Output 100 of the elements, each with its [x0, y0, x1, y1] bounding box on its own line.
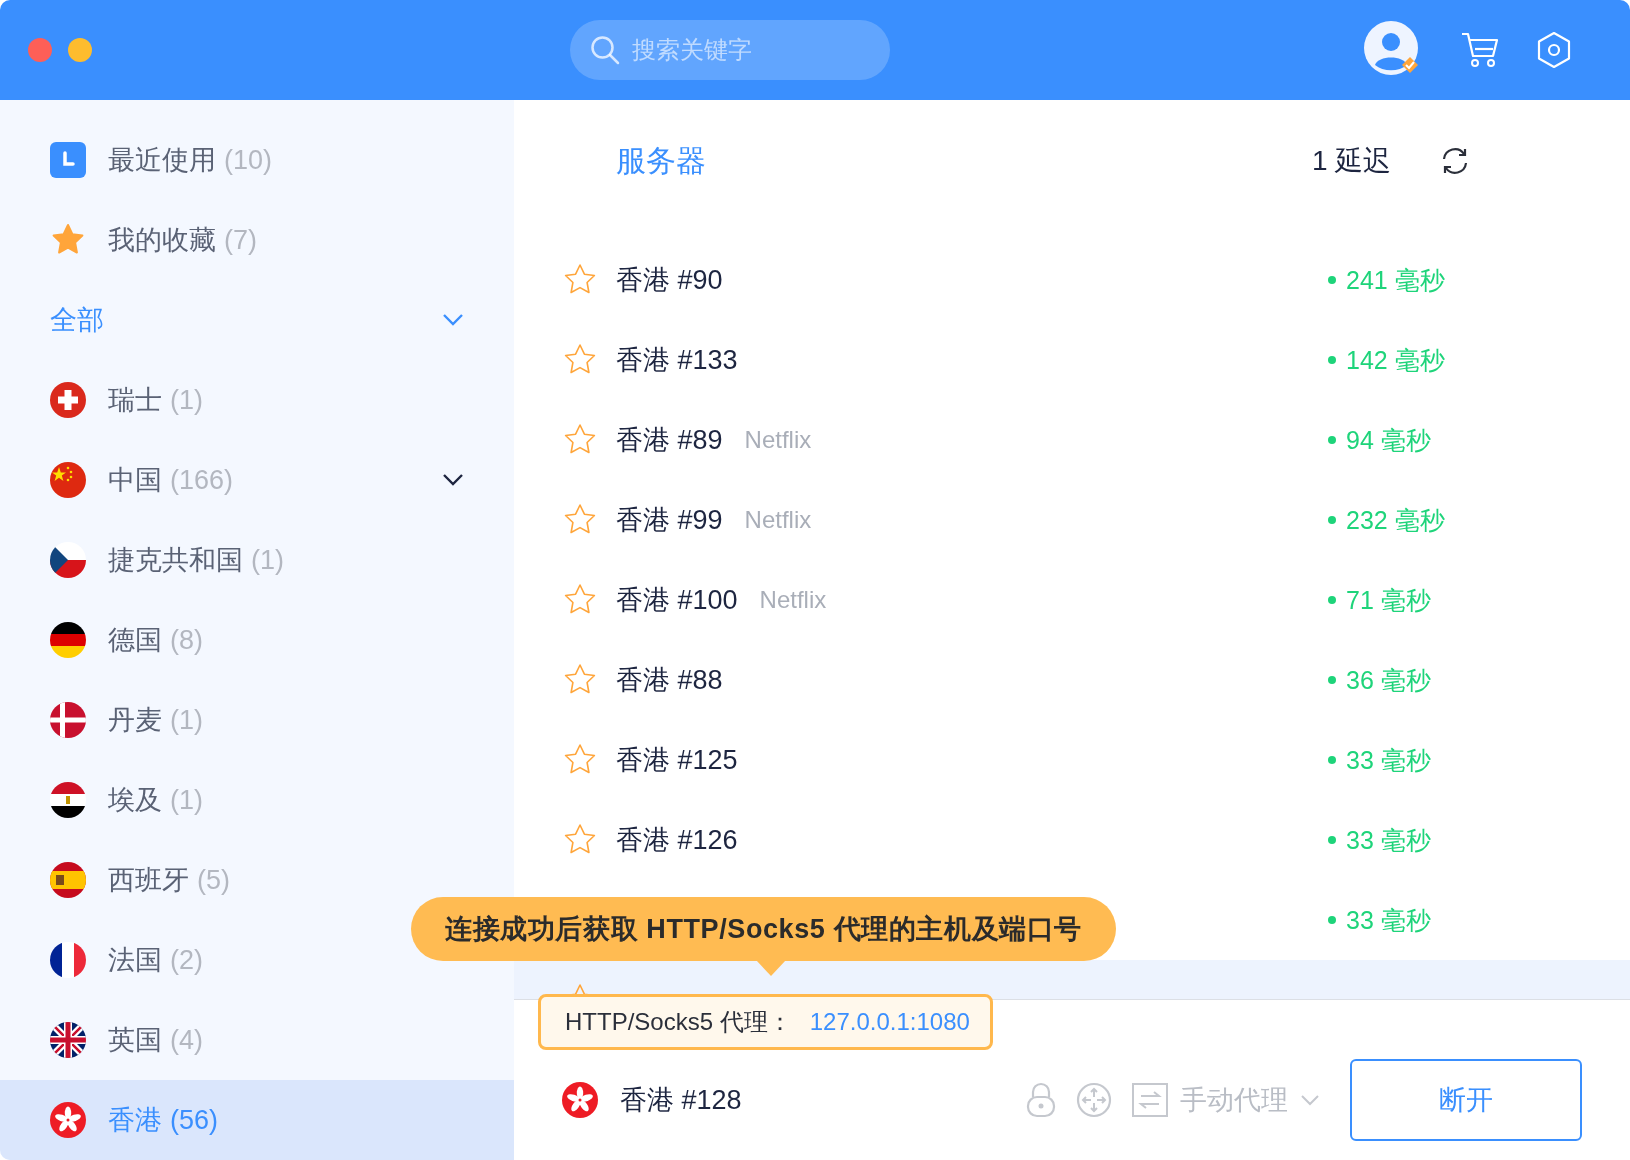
sidebar-label: 丹麦	[108, 704, 162, 737]
status-dot	[1328, 836, 1336, 844]
server-row[interactable]: 香港 #88 36 毫秒	[514, 640, 1630, 720]
sidebar-label: 我的收藏	[108, 224, 216, 257]
network-icon[interactable]	[1076, 1082, 1112, 1118]
server-name: 香港 #128	[620, 1084, 742, 1117]
status-dot	[1328, 436, 1336, 444]
status-dot	[1328, 356, 1336, 364]
proxy-label: HTTP/Socks5 代理：	[565, 1007, 792, 1037]
settings-icon[interactable]	[1536, 31, 1572, 69]
chevron-down-icon[interactable]	[442, 473, 464, 487]
latency-value: 241 毫秒	[1346, 264, 1445, 296]
status-dot	[1328, 516, 1336, 524]
item-count: (1)	[170, 784, 203, 816]
sidebar-label: 西班牙	[108, 864, 189, 897]
column-title: 服务器	[616, 143, 706, 179]
status-dot	[1328, 916, 1336, 924]
sidebar-label: 埃及	[108, 784, 162, 817]
flag-icon	[50, 622, 86, 658]
flag-icon	[50, 942, 86, 978]
server-name: 香港 #100	[616, 584, 738, 617]
latency-value: 36 毫秒	[1346, 664, 1431, 696]
minimize-button[interactable]	[68, 38, 92, 62]
sidebar-item[interactable]: 西班牙 (5)	[0, 840, 240, 920]
sidebar-label: 最近使用	[108, 144, 216, 177]
sidebar-item[interactable]: 英国 (4)	[0, 1000, 213, 1080]
latency-value: 94 毫秒	[1346, 424, 1431, 456]
sidebar-label: 英国	[108, 1024, 162, 1057]
item-count: (7)	[224, 224, 257, 256]
sidebar-item[interactable]: 捷克共和国 (1)	[0, 520, 294, 600]
flag-icon	[50, 1022, 86, 1058]
chevron-down-icon	[1300, 1094, 1320, 1106]
close-button[interactable]	[28, 38, 52, 62]
server-row[interactable]: 香港 #126 33 毫秒	[514, 800, 1630, 880]
sidebar-label: 香港	[108, 1104, 162, 1137]
item-count: (1)	[170, 384, 203, 416]
item-count: (1)	[170, 704, 203, 736]
flag-icon	[50, 862, 86, 898]
item-count: (4)	[170, 1024, 203, 1056]
sidebar-item[interactable]: 瑞士 (1)	[0, 360, 213, 440]
status-dot	[1328, 676, 1336, 684]
sidebar-item[interactable]: 埃及 (1)	[0, 760, 213, 840]
server-row[interactable]: 香港 #125 33 毫秒	[514, 720, 1630, 800]
server-tag: Netflix	[744, 426, 812, 454]
flag-icon	[50, 462, 86, 498]
server-name: 香港 #90	[616, 264, 723, 297]
sidebar-label: 中国	[108, 464, 162, 497]
item-count: (10)	[224, 144, 272, 176]
latency-value: 33 毫秒	[1346, 824, 1431, 856]
server-name: 香港 #125	[616, 744, 738, 777]
sidebar-label: 法国	[108, 944, 162, 977]
lock-icon[interactable]	[1026, 1082, 1056, 1118]
sidebar-item[interactable]: 全部	[0, 280, 514, 360]
server-name: 香港 #99	[616, 504, 723, 537]
cart-icon[interactable]	[1460, 31, 1500, 69]
status-dot	[1328, 756, 1336, 764]
status-dot	[1328, 596, 1336, 604]
sidebar-item[interactable]: 最近使用 (10)	[0, 120, 282, 200]
sidebar-label: 德国	[108, 624, 162, 657]
search-icon	[590, 35, 620, 65]
sidebar-item[interactable]: 我的收藏 (7)	[0, 200, 267, 280]
status-dot	[1328, 276, 1336, 284]
item-count: (56)	[170, 1104, 218, 1136]
item-count: (5)	[197, 864, 230, 896]
server-row[interactable]: 香港 #133 142 毫秒	[514, 320, 1630, 400]
latency-value: 71 毫秒	[1346, 584, 1431, 616]
flag-icon	[50, 782, 86, 818]
tooltip: 连接成功后获取 HTTP/Socks5 代理的主机及端口号	[411, 897, 1116, 961]
proxy-address: 127.0.0.1:1080	[809, 1008, 970, 1036]
swap-icon	[1132, 1083, 1168, 1117]
item-count: (1)	[251, 544, 284, 576]
item-count: (166)	[170, 464, 234, 496]
flag-icon	[50, 1102, 86, 1138]
flag-icon	[562, 1082, 598, 1118]
server-name: 香港 #88	[616, 664, 723, 697]
clock-icon	[50, 142, 86, 178]
sidebar-item[interactable]: 法国 (2)	[0, 920, 213, 1000]
item-count: (2)	[170, 944, 203, 976]
server-row[interactable]: 香港 #100 Netflix 71 毫秒	[514, 560, 1630, 640]
server-row[interactable]: 香港 #89 Netflix 94 毫秒	[514, 400, 1630, 480]
latency-value: 232 毫秒	[1346, 504, 1445, 536]
latency-value: 33 毫秒	[1346, 904, 1431, 936]
refresh-icon[interactable]	[1440, 146, 1470, 176]
server-name: 香港 #126	[616, 824, 738, 857]
server-row[interactable]: 香港 #90 241 毫秒	[514, 240, 1630, 320]
sidebar-item[interactable]: 德国 (8)	[0, 600, 213, 680]
server-name: 香港 #89	[616, 424, 723, 457]
sort-label[interactable]: 1 延迟	[1312, 140, 1440, 182]
server-row[interactable]: 香港 #99 Netflix 232 毫秒	[514, 480, 1630, 560]
item-count: (8)	[170, 624, 203, 656]
sidebar-item[interactable]: 中国 (166)	[0, 440, 514, 520]
sidebar-item[interactable]: 丹麦 (1)	[0, 680, 213, 760]
server-tag: Netflix	[759, 586, 827, 614]
disconnect-button[interactable]: 断开	[1350, 1059, 1582, 1141]
sidebar-label: 全部	[50, 304, 104, 337]
server-tag: Netflix	[744, 506, 812, 534]
tooltip-arrow	[756, 960, 786, 976]
sidebar-label: 捷克共和国	[108, 544, 243, 577]
latency-value: 33 毫秒	[1346, 744, 1431, 776]
server-name: 香港 #133	[616, 344, 738, 377]
